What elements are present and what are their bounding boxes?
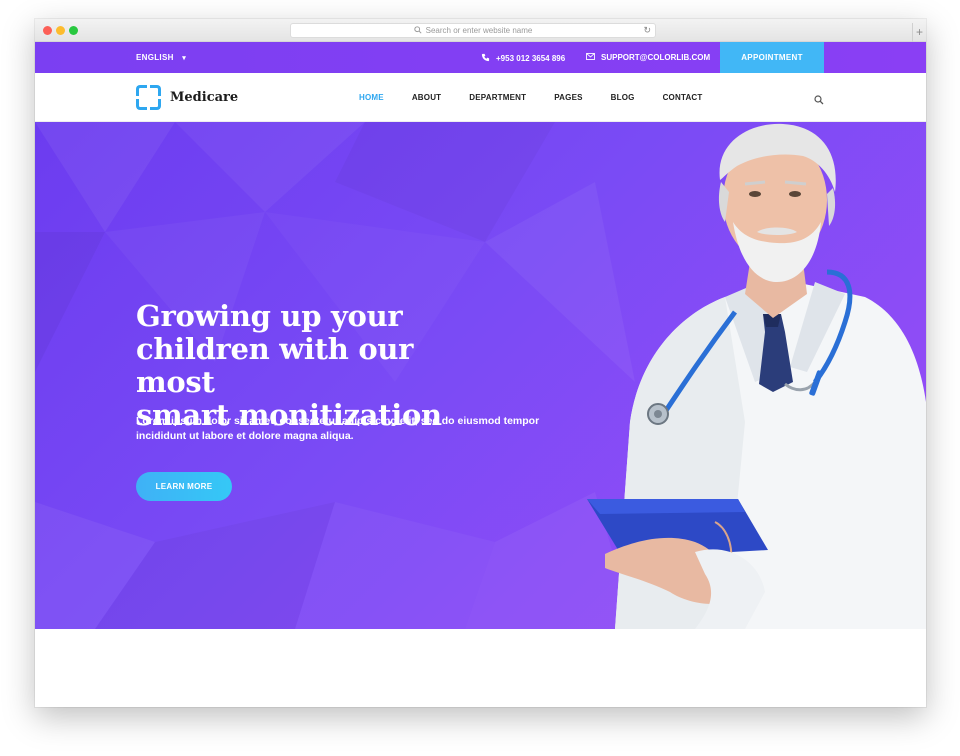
nav-item-about[interactable]: ABOUT xyxy=(412,93,441,102)
browser-toolbar: Search or enter website name ↻ + xyxy=(35,19,926,42)
hero-section: Growing up your children with our most s… xyxy=(35,122,926,629)
email-address: SUPPORT@COLORLIB.COM xyxy=(601,53,711,62)
content-area xyxy=(35,629,926,707)
hero-title: Growing up your children with our most s… xyxy=(136,300,496,432)
phone-icon xyxy=(481,53,490,64)
nav-item-department[interactable]: DEPARTMENT xyxy=(469,93,526,102)
main-menu: HOME ABOUT DEPARTMENT PAGES BLOG CONTACT xyxy=(359,93,731,102)
browser-window: Search or enter website name ↻ + ENGLISH… xyxy=(35,19,926,707)
hero-title-line-1: Growing up your xyxy=(136,299,403,333)
maximize-window-button[interactable] xyxy=(69,26,78,35)
address-bar[interactable]: Search or enter website name ↻ xyxy=(290,23,656,38)
close-window-button[interactable] xyxy=(43,26,52,35)
learn-more-button[interactable]: LEARN MORE xyxy=(136,472,232,501)
doctor-image xyxy=(587,123,926,629)
appointment-button[interactable]: APPOINTMENT xyxy=(720,42,824,73)
hero-description: Lorem ipsum dolor sit amet, consectetur … xyxy=(136,415,540,442)
nav-item-contact[interactable]: CONTACT xyxy=(663,93,703,102)
language-selector[interactable]: ENGLISH ▾ xyxy=(136,53,186,62)
nav-item-blog[interactable]: BLOG xyxy=(611,93,635,102)
reload-icon[interactable]: ↻ xyxy=(643,25,651,36)
logo-icon xyxy=(136,85,161,110)
search-icon xyxy=(413,25,422,36)
chevron-down-icon: ▾ xyxy=(182,55,187,62)
mail-icon xyxy=(586,53,595,62)
language-label: ENGLISH xyxy=(136,53,174,62)
top-info-bar: ENGLISH ▾ +953 012 3654 896 SUPPORT@COLO… xyxy=(35,42,926,73)
hero-title-line-2: children with our most xyxy=(136,332,414,399)
phone-contact[interactable]: +953 012 3654 896 xyxy=(481,53,565,64)
email-contact[interactable]: SUPPORT@COLORLIB.COM xyxy=(586,53,710,62)
brand-logo[interactable]: Medicare xyxy=(136,85,238,110)
minimize-window-button[interactable] xyxy=(56,26,65,35)
nav-item-pages[interactable]: PAGES xyxy=(554,93,582,102)
phone-number: +953 012 3654 896 xyxy=(496,54,566,63)
address-placeholder: Search or enter website name xyxy=(425,26,533,35)
nav-item-home[interactable]: HOME xyxy=(359,93,384,102)
new-tab-button[interactable]: + xyxy=(912,23,926,42)
main-navbar: Medicare HOME ABOUT DEPARTMENT PAGES BLO… xyxy=(35,73,926,122)
brand-name: Medicare xyxy=(170,90,239,105)
search-icon[interactable] xyxy=(814,92,826,105)
